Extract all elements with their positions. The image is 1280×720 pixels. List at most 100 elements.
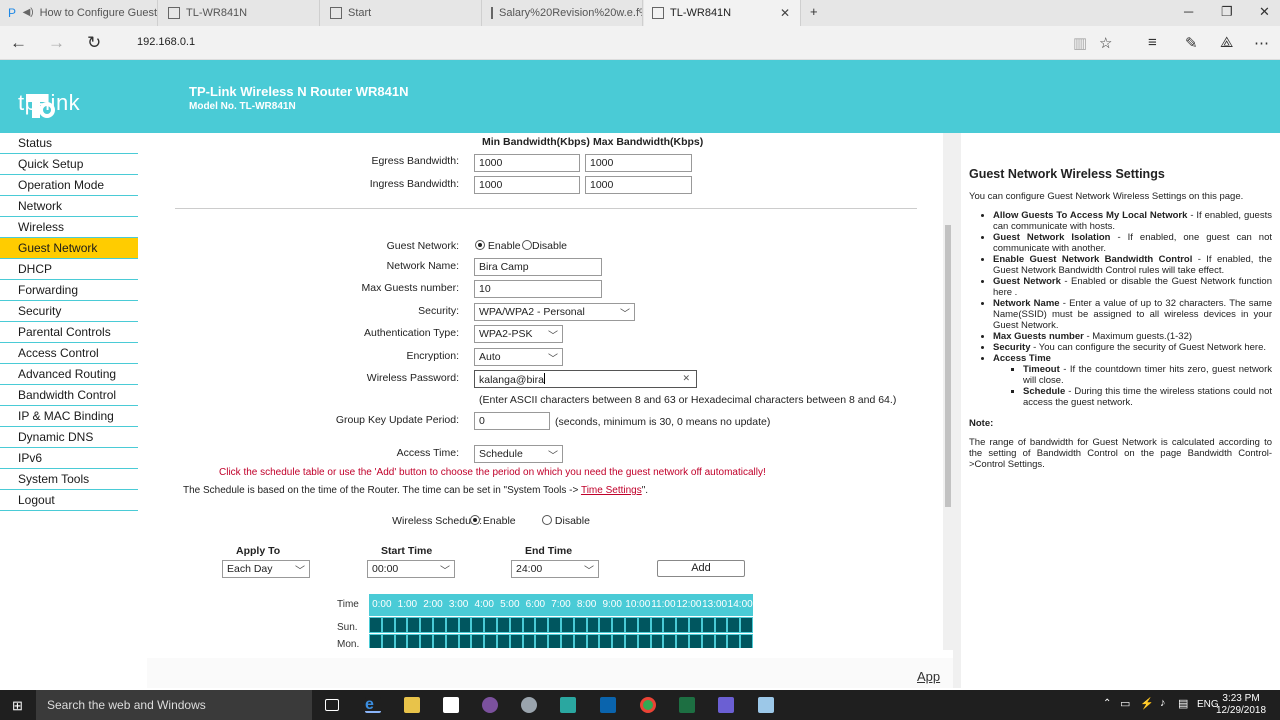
apply-link[interactable]: App	[917, 669, 940, 684]
window-close-icon[interactable]: ✕	[1259, 4, 1270, 20]
guest-network-disable-radio[interactable]: Disable	[522, 240, 567, 252]
start-time-select[interactable]: 00:00 ﹀	[367, 560, 455, 578]
tab-tl-wr841n-1[interactable]: TL-WR841N	[160, 0, 320, 26]
schedule-grid-cell[interactable]	[381, 634, 395, 648]
schedule-grid-cell[interactable]	[369, 617, 382, 633]
schedule-grid-cell[interactable]	[714, 634, 728, 648]
close-tab-icon[interactable]: ✕	[780, 6, 790, 20]
schedule-grid-cell[interactable]	[497, 634, 510, 648]
favorite-star-icon[interactable]: ☆	[1099, 34, 1112, 52]
url-field[interactable]: 192.168.0.1	[137, 36, 195, 48]
sidebar-item-system-tools[interactable]: System Tools	[0, 469, 138, 490]
schedule-grid-cell[interactable]	[663, 634, 677, 648]
more-icon[interactable]: ⋯	[1254, 34, 1269, 52]
tab-how-to-configure[interactable]: P ◀) How to Configure Guest	[0, 0, 158, 26]
schedule-grid-cell[interactable]	[676, 617, 689, 633]
schedule-grid-cell[interactable]	[484, 617, 497, 633]
schedule-grid-cell[interactable]	[535, 634, 549, 648]
apply-to-select[interactable]: Each Day ﹀	[222, 560, 310, 578]
sidebar-item-dynamic-dns[interactable]: Dynamic DNS	[0, 427, 138, 448]
viber-icon[interactable]	[482, 697, 498, 713]
schedule-grid-cell[interactable]	[727, 617, 741, 633]
schedule-grid-cell[interactable]	[548, 617, 561, 633]
scrollbar-thumb[interactable]	[945, 225, 951, 507]
schedule-grid-cell[interactable]	[458, 617, 472, 633]
edge-icon[interactable]: e	[365, 697, 381, 713]
schedule-grid-cell[interactable]	[445, 617, 459, 633]
schedule-grid-cell[interactable]	[509, 634, 523, 648]
task-view-icon[interactable]	[325, 699, 339, 711]
hub-icon[interactable]: ≡	[1148, 34, 1157, 51]
file-explorer-icon[interactable]	[404, 697, 420, 713]
wireless-password-input[interactable]: kalanga@bira ✕	[474, 370, 697, 388]
guest-network-enable-radio[interactable]: Enable	[475, 240, 521, 252]
encryption-select[interactable]: Auto ﹀	[474, 348, 563, 366]
schedule-grid-cell[interactable]	[612, 617, 625, 633]
media-player-icon[interactable]	[718, 697, 734, 713]
schedule-grid-cell[interactable]	[740, 617, 753, 633]
egress-min-input[interactable]: 1000	[474, 154, 580, 172]
schedule-grid-cell[interactable]	[689, 617, 702, 633]
show-hidden-icons-icon[interactable]: ⌃	[1103, 698, 1111, 709]
new-tab-button[interactable]: +	[810, 4, 818, 19]
wireless-schedule-disable-radio[interactable]: Disable	[542, 515, 590, 527]
schedule-grid-cell[interactable]	[586, 617, 600, 633]
end-time-select[interactable]: 24:00 ﹀	[511, 560, 599, 578]
sidebar-item-operation-mode[interactable]: Operation Mode	[0, 175, 138, 196]
schedule-grid-cell[interactable]	[433, 634, 446, 648]
sidebar-item-forwarding[interactable]: Forwarding	[0, 280, 138, 301]
schedule-grid-cell[interactable]	[727, 634, 741, 648]
security-select[interactable]: WPA/WPA2 - Personal ﹀	[474, 303, 635, 321]
schedule-grid-cell[interactable]	[740, 634, 753, 648]
schedule-grid-cell[interactable]	[509, 617, 523, 633]
schedule-grid-cell[interactable]	[701, 617, 715, 633]
schedule-grid-cell[interactable]	[701, 634, 715, 648]
schedule-grid-cell[interactable]	[471, 634, 485, 648]
auth-type-select[interactable]: WPA2-PSK ﹀	[474, 325, 563, 343]
schedule-grid-cell[interactable]	[394, 617, 408, 633]
main-scrollbar[interactable]	[943, 133, 953, 650]
taskbar-search-box[interactable]: Search the web and Windows	[36, 690, 312, 720]
schedule-grid-cell[interactable]	[407, 617, 421, 633]
taskbar-clock[interactable]: 3:23 PM 12/29/2018	[1216, 693, 1266, 717]
schedule-grid-cell[interactable]	[650, 617, 664, 633]
sidebar-item-access-control[interactable]: Access Control	[0, 343, 138, 364]
excel-icon[interactable]	[679, 697, 695, 713]
schedule-grid-cell[interactable]	[394, 634, 408, 648]
sidebar-item-advanced-routing[interactable]: Advanced Routing	[0, 364, 138, 385]
sidebar-item-logout[interactable]: Logout	[0, 490, 138, 511]
schedule-grid-cell[interactable]	[625, 634, 638, 648]
schedule-grid-cell[interactable]	[522, 617, 536, 633]
schedule-grid-cell[interactable]	[586, 634, 600, 648]
app-icon[interactable]	[560, 697, 576, 713]
schedule-grid-cell[interactable]	[535, 617, 549, 633]
schedule-grid-cell[interactable]	[561, 634, 574, 648]
sidebar-item-wireless[interactable]: Wireless	[0, 217, 138, 238]
schedule-grid-cell[interactable]	[599, 634, 613, 648]
schedule-grid-cell[interactable]	[599, 617, 613, 633]
sidebar-item-security[interactable]: Security	[0, 301, 138, 322]
egress-max-input[interactable]: 1000	[585, 154, 692, 172]
add-schedule-button[interactable]: Add	[657, 560, 745, 577]
schedule-grid-cell[interactable]	[663, 617, 677, 633]
schedule-grid-cell[interactable]	[625, 617, 638, 633]
ingress-min-input[interactable]: 1000	[474, 176, 580, 194]
schedule-grid-cell[interactable]	[407, 634, 421, 648]
schedule-grid-cell[interactable]	[714, 617, 728, 633]
schedule-grid-cell[interactable]	[676, 634, 689, 648]
tab-start[interactable]: Start	[322, 0, 482, 26]
schedule-grid-cell[interactable]	[637, 634, 651, 648]
schedule-grid-cell[interactable]	[522, 634, 536, 648]
sidebar-item-parental-controls[interactable]: Parental Controls	[0, 322, 138, 343]
schedule-grid[interactable]: Time Sun. Mon. 0:00 1:00 2:00 3:00 4:00 5:00 6…	[337, 594, 755, 648]
schedule-grid-cell[interactable]	[420, 617, 433, 633]
tab-tl-wr841n-active[interactable]: TL-WR841N ✕	[644, 0, 801, 26]
reading-view-icon[interactable]: ▥	[1073, 34, 1087, 52]
web-note-icon[interactable]: ✎	[1185, 34, 1198, 52]
store-icon[interactable]	[443, 697, 459, 713]
ingress-max-input[interactable]: 1000	[585, 176, 692, 194]
schedule-grid-cell[interactable]	[484, 634, 497, 648]
schedule-grid-cell[interactable]	[369, 634, 382, 648]
schedule-grid-cell[interactable]	[497, 617, 510, 633]
user-app-icon[interactable]	[521, 697, 537, 713]
